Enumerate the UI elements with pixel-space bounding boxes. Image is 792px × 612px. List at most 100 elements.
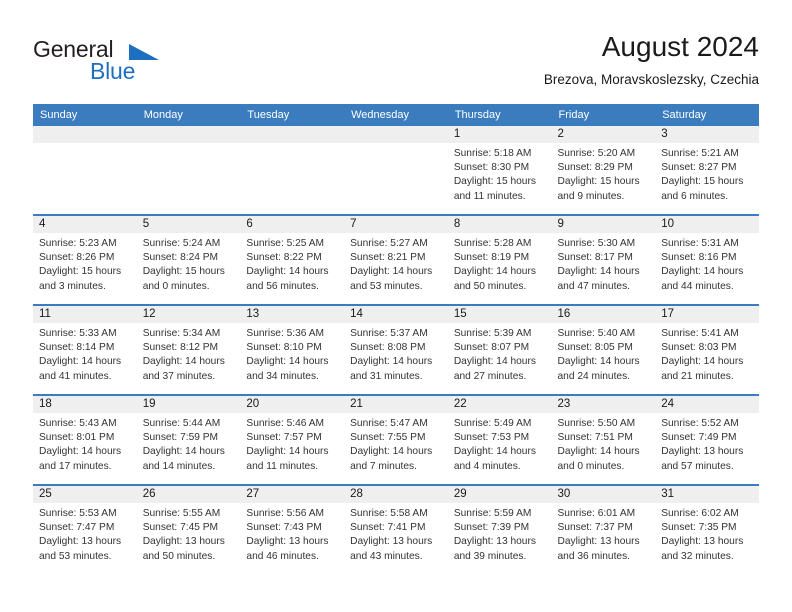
day-number: 10: [655, 216, 759, 233]
calendar-cell-empty: [344, 126, 448, 214]
sunset-text: Sunset: 8:14 PM: [39, 342, 115, 354]
sunrise-text: Sunrise: 5:34 AM: [142, 328, 221, 339]
calendar-day-cell[interactable]: 29 Sunrise: 5:59 AM Sunset: 7:39 PM Dayligh…: [447, 486, 552, 574]
sunset-text: Sunset: 8:12 PM: [142, 342, 219, 354]
calendar-day-cell[interactable]: 24 Sunrise: 5:52 AM Sunset: 7:49 PM Dayligh…: [655, 396, 759, 484]
weekday-header-row: Sunday Monday Tuesday Wednesday Thursday Frid…: [33, 104, 759, 126]
sunrise-text: Sunrise: 6:02 AM: [661, 508, 739, 519]
sunset-text: Sunset: 7:55 PM: [350, 432, 426, 444]
sunset-text: Sunset: 7:37 PM: [557, 522, 633, 534]
sunrise-text: Sunrise: 5:33 AM: [39, 328, 117, 339]
sunrise-text: Sunrise: 5:25 AM: [246, 238, 324, 249]
sunrise-text: Sunrise: 5:30 AM: [557, 238, 636, 249]
calendar-day-cell[interactable]: 19 Sunrise: 5:44 AM Sunset: 7:59 PM Dayligh…: [136, 396, 241, 484]
calendar-day-cell[interactable]: 11 Sunrise: 5:33 AM Sunset: 8:14 PM Dayligh…: [33, 306, 137, 394]
calendar-day-cell[interactable]: 15 Sunrise: 5:39 AM Sunset: 8:07 PM Dayligh…: [447, 306, 552, 394]
daylight-text: Daylight: 14 hours and 24 minutes.: [557, 356, 640, 382]
daylight-text: Daylight: 14 hours and 50 minutes.: [453, 266, 536, 292]
day-details: Sunrise: 5:43 AM Sunset: 8:01 PM Daylight:…: [33, 413, 137, 474]
day-number: 24: [655, 396, 759, 413]
calendar-day-cell[interactable]: 23 Sunrise: 5:50 AM Sunset: 7:51 PM Dayligh…: [551, 396, 656, 484]
day-number: 28: [344, 486, 448, 503]
general-blue-logo[interactable]: General Blue: [33, 36, 253, 88]
calendar-day-cell[interactable]: 8 Sunrise: 5:28 AM Sunset: 8:19 PM Daylight…: [447, 216, 552, 304]
sunset-text: Sunset: 7:35 PM: [661, 522, 737, 534]
day-number: 13: [240, 306, 345, 323]
day-number: 8: [447, 216, 552, 233]
calendar-day-cell[interactable]: 5 Sunrise: 5:24 AM Sunset: 8:24 PM Daylight…: [136, 216, 241, 304]
calendar-day-cell[interactable]: 10 Sunrise: 5:31 AM Sunset: 8:16 PM Dayligh…: [655, 216, 759, 304]
calendar-day-cell[interactable]: 14 Sunrise: 5:37 AM Sunset: 8:08 PM Dayligh…: [344, 306, 448, 394]
calendar-page: General Blue August 2024 Brezova, Moravs…: [0, 0, 792, 612]
calendar-day-cell[interactable]: 12 Sunrise: 5:34 AM Sunset: 8:12 PM Dayligh…: [136, 306, 241, 394]
sunrise-text: Sunrise: 5:20 AM: [557, 148, 636, 159]
daylight-text: Daylight: 14 hours and 41 minutes.: [39, 356, 122, 382]
weekday-header-sunday: Sunday: [40, 109, 78, 121]
calendar-day-cell[interactable]: 30 Sunrise: 6:01 AM Sunset: 7:37 PM Dayligh…: [551, 486, 656, 574]
sunrise-text: Sunrise: 5:39 AM: [453, 328, 532, 339]
daylight-text: Daylight: 13 hours and 50 minutes.: [142, 536, 225, 562]
weekday-header-thursday: Thursday: [454, 109, 501, 121]
calendar-day-cell[interactable]: 27 Sunrise: 5:56 AM Sunset: 7:43 PM Dayligh…: [240, 486, 345, 574]
day-number: 31: [655, 486, 759, 503]
daylight-text: Daylight: 13 hours and 32 minutes.: [661, 536, 744, 562]
calendar-day-cell[interactable]: 31 Sunrise: 6:02 AM Sunset: 7:35 PM Dayligh…: [655, 486, 759, 574]
day-number: 14: [344, 306, 448, 323]
calendar-day-cell[interactable]: 16 Sunrise: 5:40 AM Sunset: 8:05 PM Dayligh…: [551, 306, 656, 394]
sunset-text: Sunset: 7:59 PM: [142, 432, 219, 444]
sunset-text: Sunset: 8:05 PM: [557, 342, 633, 354]
calendar-day-cell[interactable]: 25 Sunrise: 5:53 AM Sunset: 7:47 PM Dayligh…: [33, 486, 137, 574]
sunset-text: Sunset: 7:41 PM: [350, 522, 426, 534]
day-details: Sunrise: 5:55 AM Sunset: 7:45 PM Daylight:…: [137, 503, 241, 564]
daylight-text: Daylight: 14 hours and 11 minutes.: [246, 446, 329, 472]
calendar-day-cell[interactable]: 22 Sunrise: 5:49 AM Sunset: 7:53 PM Dayligh…: [447, 396, 552, 484]
day-details: Sunrise: 5:47 AM Sunset: 7:55 PM Daylight:…: [344, 413, 448, 474]
sunrise-text: Sunrise: 5:43 AM: [39, 418, 117, 429]
day-number: 18: [33, 396, 137, 413]
day-number: 11: [33, 306, 137, 323]
calendar-day-cell[interactable]: 17 Sunrise: 5:41 AM Sunset: 8:03 PM Dayligh…: [655, 306, 759, 394]
day-details: Sunrise: 5:37 AM Sunset: 8:08 PM Daylight:…: [344, 323, 448, 384]
calendar-day-cell[interactable]: 6 Sunrise: 5:25 AM Sunset: 8:22 PM Daylight…: [240, 216, 345, 304]
title-block: August 2024 Brezova, Moravskoslezsky, Cz…: [544, 30, 759, 90]
calendar-day-cell[interactable]: 26 Sunrise: 5:55 AM Sunset: 7:45 PM Dayligh…: [136, 486, 241, 574]
calendar-day-cell[interactable]: 1 Sunrise: 5:18 AM Sunset: 8:30 PM Daylight…: [447, 126, 552, 214]
calendar-day-cell[interactable]: 4 Sunrise: 5:23 AM Sunset: 8:26 PM Daylight…: [33, 216, 137, 304]
calendar-day-cell[interactable]: 2 Sunrise: 5:20 AM Sunset: 8:29 PM Daylight…: [551, 126, 656, 214]
sunrise-text: Sunrise: 6:01 AM: [557, 508, 636, 519]
daylight-text: Daylight: 13 hours and 53 minutes.: [39, 536, 122, 562]
sunrise-text: Sunrise: 5:24 AM: [142, 238, 221, 249]
day-number: 20: [240, 396, 345, 413]
day-number: 27: [240, 486, 345, 503]
daylight-text: Daylight: 14 hours and 17 minutes.: [39, 446, 122, 472]
calendar-cell-empty: [136, 126, 241, 214]
daylight-text: Daylight: 13 hours and 46 minutes.: [246, 536, 329, 562]
day-number: 1: [447, 126, 552, 143]
daylight-text: Daylight: 14 hours and 21 minutes.: [661, 356, 744, 382]
day-details: Sunrise: 5:50 AM Sunset: 7:51 PM Daylight:…: [552, 413, 656, 474]
day-number: 5: [136, 216, 241, 233]
calendar-day-cell[interactable]: 7 Sunrise: 5:27 AM Sunset: 8:21 PM Daylight…: [344, 216, 448, 304]
sunrise-text: Sunrise: 5:56 AM: [246, 508, 324, 519]
day-details: Sunrise: 5:44 AM Sunset: 7:59 PM Daylight:…: [137, 413, 241, 474]
calendar-day-cell[interactable]: 9 Sunrise: 5:30 AM Sunset: 8:17 PM Daylight…: [551, 216, 656, 304]
sunrise-text: Sunrise: 5:52 AM: [661, 418, 739, 429]
calendar-week-row: 4 Sunrise: 5:23 AM Sunset: 8:26 PM Daylight…: [33, 214, 759, 304]
calendar-day-cell[interactable]: 20 Sunrise: 5:46 AM Sunset: 7:57 PM Dayligh…: [240, 396, 345, 484]
sunset-text: Sunset: 8:08 PM: [350, 342, 426, 354]
calendar-grid: Sunday Monday Tuesday Wednesday Thursday Frid…: [33, 104, 759, 574]
daylight-text: Daylight: 14 hours and 34 minutes.: [246, 356, 329, 382]
calendar-day-cell[interactable]: 18 Sunrise: 5:43 AM Sunset: 8:01 PM Dayligh…: [33, 396, 137, 484]
day-details: Sunrise: 5:40 AM Sunset: 8:05 PM Daylight:…: [552, 323, 656, 384]
calendar-day-cell[interactable]: 21 Sunrise: 5:47 AM Sunset: 7:55 PM Dayligh…: [344, 396, 448, 484]
daylight-text: Daylight: 14 hours and 27 minutes.: [453, 356, 536, 382]
day-number: [136, 126, 241, 143]
calendar-day-cell[interactable]: 28 Sunrise: 5:58 AM Sunset: 7:41 PM Dayligh…: [344, 486, 448, 574]
day-details: Sunrise: 5:58 AM Sunset: 7:41 PM Daylight:…: [344, 503, 448, 564]
daylight-text: Daylight: 14 hours and 37 minutes.: [142, 356, 225, 382]
day-number: 12: [136, 306, 241, 323]
day-details: Sunrise: 5:49 AM Sunset: 7:53 PM Daylight:…: [448, 413, 552, 474]
calendar-day-cell[interactable]: 13 Sunrise: 5:36 AM Sunset: 8:10 PM Dayligh…: [240, 306, 345, 394]
calendar-day-cell[interactable]: 3 Sunrise: 5:21 AM Sunset: 8:27 PM Daylight…: [655, 126, 759, 214]
day-details: Sunrise: 5:24 AM Sunset: 8:24 PM Daylight:…: [137, 233, 241, 294]
